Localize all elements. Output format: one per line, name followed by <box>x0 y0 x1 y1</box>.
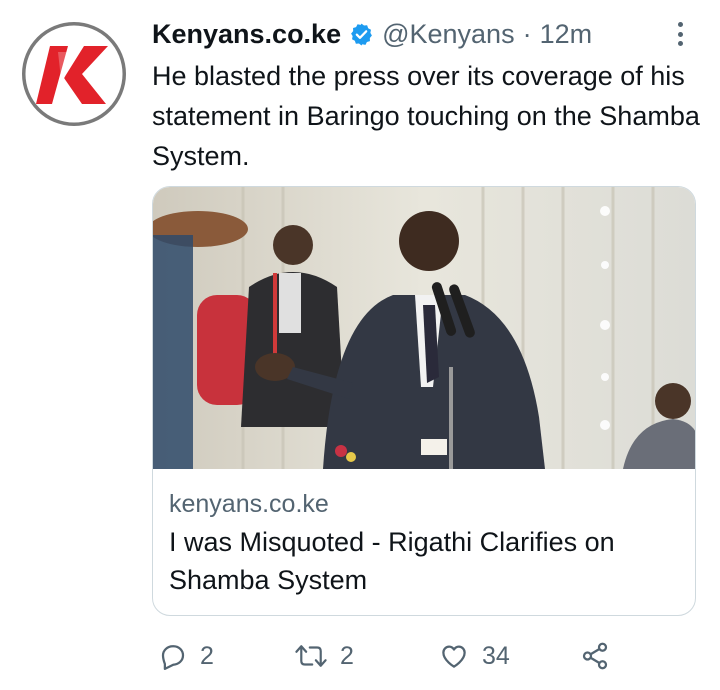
verified-badge-icon <box>349 22 374 47</box>
heart-icon <box>438 641 470 671</box>
separator-dot: · <box>522 18 532 49</box>
reply-button[interactable]: 2 <box>158 636 214 676</box>
retweet-icon <box>294 641 328 671</box>
reply-count: 2 <box>200 641 214 670</box>
retweet-count: 2 <box>340 641 354 670</box>
share-icon <box>580 641 610 671</box>
card-body: kenyans.co.ke I was Misquoted - Rigathi … <box>169 487 679 599</box>
timestamp[interactable]: 12m <box>540 19 593 50</box>
author-handle[interactable]: @Kenyans <box>382 19 514 50</box>
retweet-button[interactable]: 2 <box>294 636 354 676</box>
avatar[interactable] <box>22 22 126 126</box>
link-card[interactable]: kenyans.co.ke I was Misquoted - Rigathi … <box>152 186 696 616</box>
card-domain: kenyans.co.ke <box>169 490 329 518</box>
reply-icon <box>158 641 188 671</box>
article-photo <box>153 187 695 469</box>
like-count: 34 <box>482 641 510 670</box>
more-options-icon[interactable] <box>676 22 684 46</box>
like-button[interactable]: 34 <box>438 636 510 676</box>
tweet-header: Kenyans.co.ke @Kenyans · 12m <box>152 16 592 52</box>
tweet-text: He blasted the press over its coverage o… <box>152 61 700 171</box>
action-bar: 2 2 34 <box>152 636 700 676</box>
author-name[interactable]: Kenyans.co.ke <box>152 19 341 50</box>
share-button[interactable] <box>580 636 610 676</box>
kenyans-logo <box>22 22 126 126</box>
card-title: I was Misquoted - Rigathi Clarifies on S… <box>169 527 615 595</box>
